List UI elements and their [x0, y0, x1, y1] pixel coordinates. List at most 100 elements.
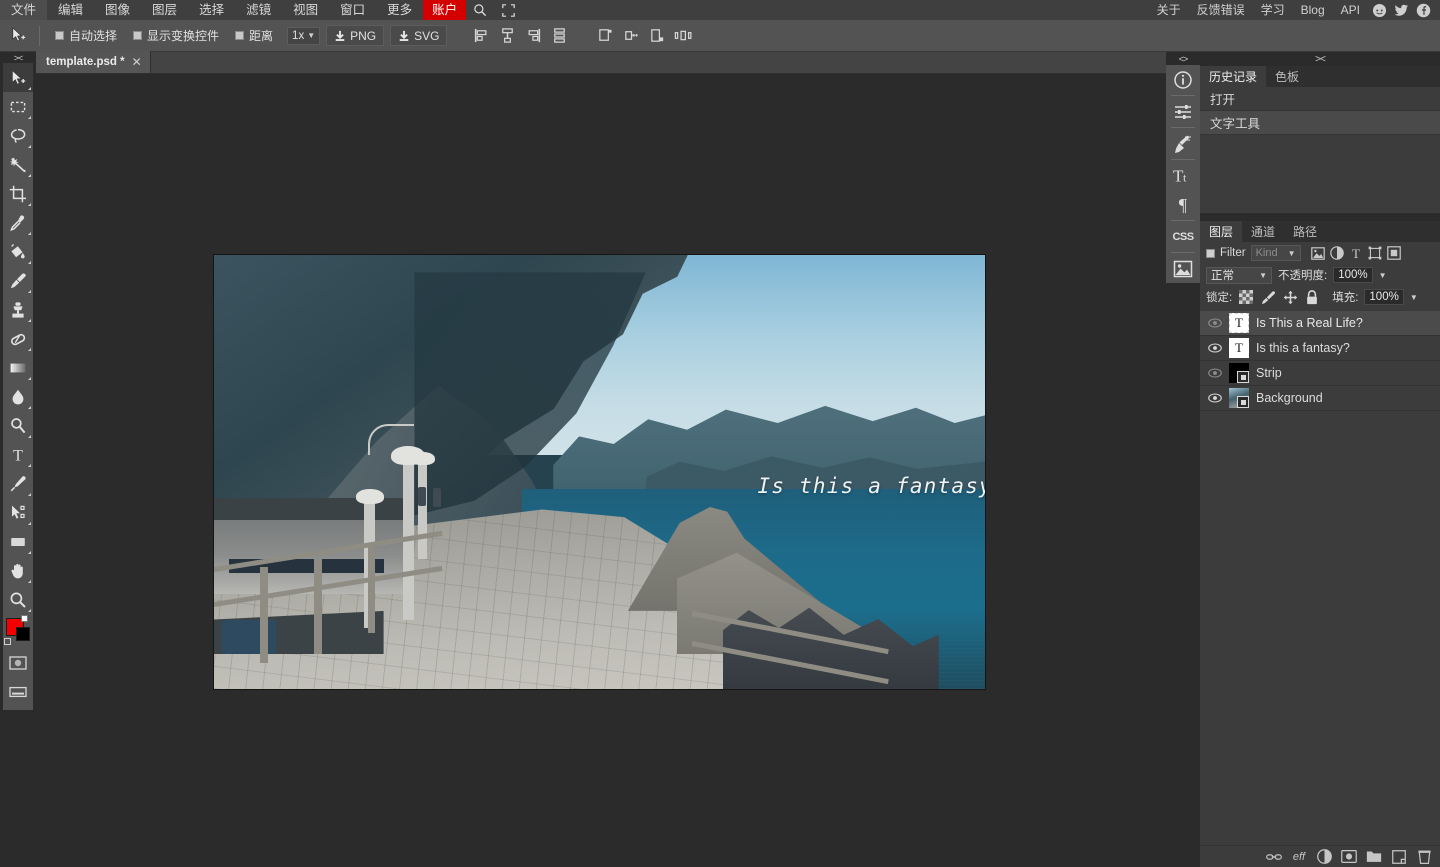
image-icon[interactable]	[1166, 254, 1200, 283]
rail-collapse-button[interactable]: <>	[1166, 52, 1200, 65]
layer-thumbnail[interactable]	[1229, 388, 1249, 408]
tab-history[interactable]: 历史记录	[1200, 66, 1266, 87]
align-vertical-icon[interactable]	[547, 24, 571, 48]
shape-tool[interactable]	[3, 527, 33, 556]
layer-visibility-toggle[interactable]	[1208, 343, 1222, 353]
layer-visibility-toggle[interactable]	[1208, 368, 1222, 378]
quick-mask-icon[interactable]	[3, 648, 33, 677]
background-color-swatch[interactable]	[16, 627, 30, 641]
filter-enable-checkbox[interactable]	[1206, 249, 1215, 258]
lock-transparency-icon[interactable]	[1238, 289, 1254, 305]
distribute-bottom-icon[interactable]	[645, 24, 669, 48]
canvas-overlay-text[interactable]: Is this a fantasy?	[758, 474, 985, 498]
close-icon[interactable]: ✕	[132, 55, 142, 69]
menu-select[interactable]: 选择	[188, 0, 235, 20]
search-icon[interactable]	[466, 0, 494, 20]
show-transform-checkbox[interactable]: 显示变换控件	[125, 27, 227, 44]
menu-edit[interactable]: 编辑	[47, 0, 94, 20]
tools-collapse-button[interactable]: ><	[3, 52, 33, 63]
blend-mode-select[interactable]: 正常 ▼	[1206, 267, 1272, 284]
export-svg-button[interactable]: SVG	[390, 25, 447, 46]
filter-pixel-icon[interactable]	[1310, 245, 1326, 261]
delete-layer-icon[interactable]	[1416, 849, 1432, 865]
menu-account[interactable]: 账户	[423, 0, 466, 20]
info-icon[interactable]	[1166, 65, 1200, 94]
artboard[interactable]: Is this a fantasy?	[214, 255, 985, 689]
adjustments-icon[interactable]	[1166, 97, 1200, 126]
path-select-tool[interactable]	[3, 498, 33, 527]
crop-tool[interactable]	[3, 179, 33, 208]
lock-image-icon[interactable]	[1260, 289, 1276, 305]
type-tool[interactable]: T	[3, 440, 33, 469]
new-layer-icon[interactable]	[1391, 849, 1407, 865]
tab-swatches[interactable]: 色板	[1266, 66, 1308, 87]
fill-chevron-down-icon[interactable]: ▼	[1410, 293, 1418, 302]
character-icon[interactable]: Tt	[1166, 161, 1200, 190]
adjustment-layer-icon[interactable]	[1341, 849, 1357, 865]
css-icon[interactable]: CSS	[1166, 222, 1200, 251]
distribute-top-icon[interactable]	[593, 24, 617, 48]
layer-effects-icon[interactable]: eff	[1291, 849, 1307, 865]
default-colors-icon[interactable]	[21, 615, 28, 622]
menu-api[interactable]: API	[1333, 0, 1368, 20]
layer-visibility-toggle[interactable]	[1208, 393, 1222, 403]
menu-layer[interactable]: 图层	[141, 0, 188, 20]
menu-file[interactable]: 文件	[0, 0, 47, 20]
layer-name[interactable]: Background	[1256, 391, 1323, 405]
distance-checkbox[interactable]: 距离	[227, 27, 281, 44]
layer-row[interactable]: Background	[1200, 386, 1440, 411]
menu-blog[interactable]: Blog	[1293, 0, 1333, 20]
distribute-spacing-icon[interactable]	[671, 24, 695, 48]
auto-select-checkbox[interactable]: 自动选择	[47, 27, 125, 44]
filter-shape-icon[interactable]	[1367, 245, 1383, 261]
facebook-icon[interactable]	[1412, 0, 1434, 20]
menu-learn[interactable]: 学习	[1253, 0, 1293, 20]
screen-mode-icon[interactable]	[3, 677, 33, 706]
history-item-open[interactable]: 打开	[1200, 87, 1440, 111]
layer-mask-icon[interactable]	[1316, 849, 1332, 865]
reddit-icon[interactable]	[1368, 0, 1390, 20]
lock-all-icon[interactable]	[1304, 289, 1320, 305]
layer-visibility-toggle[interactable]	[1208, 318, 1222, 328]
menu-more[interactable]: 更多	[376, 0, 423, 20]
layer-thumbnail[interactable]: T	[1229, 313, 1249, 333]
menu-report-bug[interactable]: 反馈错误	[1189, 0, 1253, 20]
layer-name[interactable]: Is this a fantasy?	[1256, 341, 1350, 355]
eyedropper-tool[interactable]	[3, 208, 33, 237]
swap-colors-icon[interactable]	[4, 638, 11, 645]
lock-position-icon[interactable]	[1282, 289, 1298, 305]
filter-type-icon[interactable]: T	[1348, 245, 1364, 261]
menu-window[interactable]: 窗口	[329, 0, 376, 20]
magic-wand-tool[interactable]	[3, 150, 33, 179]
marquee-tool[interactable]	[3, 92, 33, 121]
paragraph-icon[interactable]: ¶	[1166, 190, 1200, 219]
distribute-middle-icon[interactable]	[619, 24, 643, 48]
layer-row[interactable]: T Is This a Real Life?	[1200, 311, 1440, 336]
filter-adjustment-icon[interactable]	[1329, 245, 1345, 261]
dodge-tool[interactable]	[3, 411, 33, 440]
twitter-icon[interactable]	[1390, 0, 1412, 20]
align-left-icon[interactable]	[469, 24, 493, 48]
color-swatches[interactable]	[3, 614, 33, 648]
pen-tool[interactable]	[3, 469, 33, 498]
layer-row[interactable]: Strip	[1200, 361, 1440, 386]
tab-layers[interactable]: 图层	[1200, 221, 1242, 242]
paint-bucket-tool[interactable]	[3, 237, 33, 266]
gradient-tool[interactable]	[3, 353, 33, 382]
move-tool[interactable]	[3, 63, 33, 92]
align-right-icon[interactable]	[521, 24, 545, 48]
move-tool-icon[interactable]	[4, 23, 32, 49]
fill-value[interactable]: 100%	[1364, 289, 1403, 305]
export-png-button[interactable]: PNG	[326, 25, 384, 46]
brush-tool[interactable]	[3, 266, 33, 295]
document-tab[interactable]: template.psd * ✕	[36, 51, 151, 73]
hand-tool[interactable]	[3, 556, 33, 585]
lasso-tool[interactable]	[3, 121, 33, 150]
opacity-chevron-down-icon[interactable]: ▼	[1379, 271, 1387, 280]
layer-row[interactable]: T Is this a fantasy?	[1200, 336, 1440, 361]
opacity-value[interactable]: 100%	[1333, 267, 1372, 283]
layer-name[interactable]: Is This a Real Life?	[1256, 316, 1363, 330]
zoom-tool[interactable]	[3, 585, 33, 614]
scale-select[interactable]: 1x ▼	[287, 27, 320, 45]
panels-collapse-button[interactable]: ><	[1200, 52, 1440, 66]
